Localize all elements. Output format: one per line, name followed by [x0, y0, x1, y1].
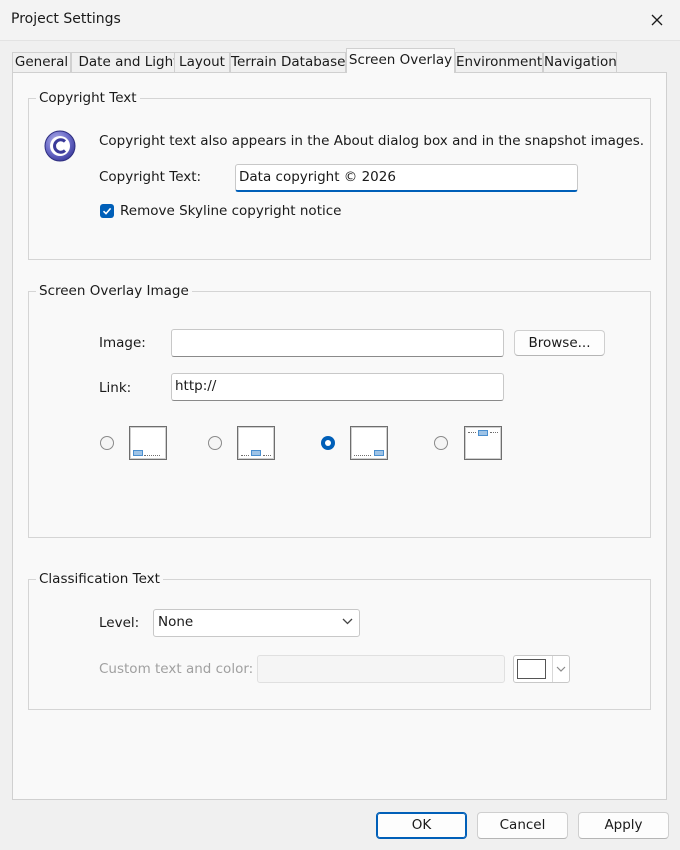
remove-skyline-copyright-checkbox[interactable] [100, 204, 114, 218]
browse-button[interactable]: Browse... [514, 330, 605, 356]
copyright-text-label: Copyright Text: [99, 169, 202, 185]
close-icon [651, 14, 663, 26]
checkmark-icon [102, 207, 112, 215]
position-top-center-radio[interactable] [434, 436, 448, 450]
position-bottom-left-radio[interactable] [100, 436, 114, 450]
classification-group: Classification Text Level: None Custom t… [28, 571, 651, 710]
image-label: Image: [99, 335, 146, 351]
color-swatch [517, 659, 546, 679]
tab-navigation[interactable]: Navigation [543, 52, 617, 72]
position-top-center-icon[interactable] [464, 426, 502, 460]
screen-overlay-group: Screen Overlay Image Image: Browse... Li… [28, 283, 651, 538]
tab-date-and-light[interactable]: Date and Light [71, 52, 186, 72]
window-title: Project Settings [11, 11, 121, 27]
tab-environment[interactable]: Environment [455, 52, 543, 72]
remove-skyline-copyright-label[interactable]: Remove Skyline copyright notice [120, 203, 341, 219]
chevron-down-icon [342, 618, 353, 625]
level-label: Level: [99, 615, 140, 631]
color-picker-button[interactable] [513, 655, 570, 683]
link-label: Link: [99, 380, 132, 396]
position-bottom-left-icon[interactable] [129, 426, 167, 460]
position-bottom-center-radio[interactable] [208, 436, 222, 450]
position-bottom-right-icon[interactable] [350, 426, 388, 460]
tab-layout[interactable]: Layout [174, 52, 230, 72]
custom-text-field[interactable] [257, 655, 505, 683]
apply-button[interactable]: Apply [578, 812, 669, 839]
close-button[interactable] [634, 0, 680, 40]
copyright-text-field[interactable]: Data copyright © 2026 [235, 164, 578, 192]
tab-panel: Copyright Text Copyright text also appea… [12, 72, 667, 800]
link-field[interactable]: http:// [171, 373, 504, 401]
position-bottom-right-radio[interactable] [321, 436, 335, 450]
level-dropdown-value: None [158, 614, 194, 630]
chevron-down-icon [556, 666, 566, 672]
screen-overlay-group-title: Screen Overlay Image [36, 283, 192, 299]
classification-group-title: Classification Text [36, 571, 163, 587]
custom-text-label: Custom text and color: [99, 661, 254, 677]
position-bottom-center-icon[interactable] [237, 426, 275, 460]
ok-button[interactable]: OK [376, 812, 467, 839]
copyright-info-text: Copyright text also appears in the About… [99, 133, 645, 149]
copyright-icon [44, 130, 76, 162]
copyright-group-title: Copyright Text [36, 90, 140, 106]
color-dropdown-arrow[interactable] [552, 656, 569, 682]
tab-general[interactable]: General [12, 52, 71, 72]
title-bar: Project Settings [0, 0, 680, 41]
copyright-group: Copyright Text Copyright text also appea… [28, 90, 651, 260]
level-dropdown[interactable]: None [153, 609, 360, 637]
image-path-field[interactable] [171, 329, 504, 357]
tab-screen-overlay[interactable]: Screen Overlay [346, 48, 455, 73]
cancel-button[interactable]: Cancel [477, 812, 568, 839]
tab-terrain-database[interactable]: Terrain Database [230, 52, 346, 72]
